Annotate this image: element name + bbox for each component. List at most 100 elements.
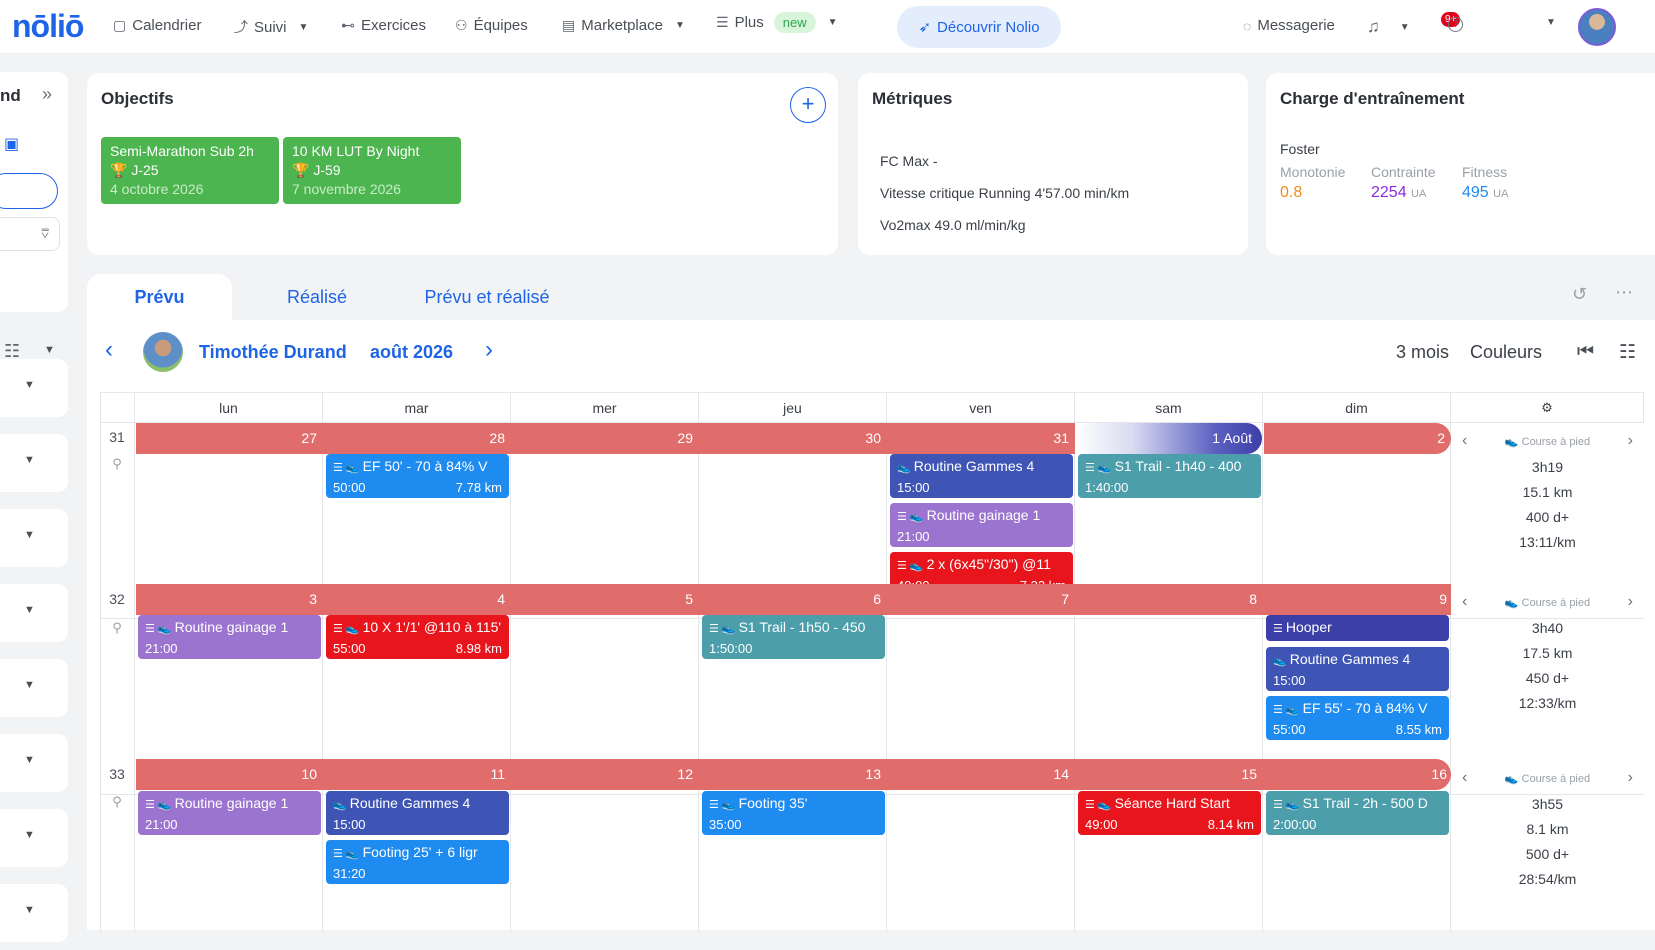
athlete-name[interactable]: Timothée Durand	[199, 342, 347, 363]
sidebar-filter-field[interactable]: ⩢	[0, 217, 60, 251]
day-column	[135, 422, 323, 932]
chevron-left-icon[interactable]: ‹	[1462, 593, 1467, 611]
event-card[interactable]: ☰ Hooper	[1266, 615, 1449, 641]
previous-month-button[interactable]: ‹	[105, 336, 113, 364]
event-card[interactable]: ☰ 👟 Footing 35' 35:00	[702, 791, 885, 835]
help-button[interactable]: ?	[1448, 17, 1463, 32]
team-icon: ⚇	[455, 17, 468, 33]
calendar-icon: ▢	[113, 17, 127, 33]
sidebar-group[interactable]: ▼	[0, 359, 68, 417]
chart-icon: ⤴	[234, 19, 248, 35]
event-card[interactable]: ☰ 👟 10 X 1'/1' @110 à 115' 55:00 8.98 km	[326, 615, 509, 659]
event-card[interactable]: 👟 Routine Gammes 4 15:00	[1266, 647, 1449, 691]
tab-prevu-et-realise[interactable]: Prévu et réalisé	[387, 274, 587, 320]
shoe-icon: 👟	[1273, 655, 1287, 667]
event-card[interactable]: ☰ 👟 Séance Hard Start 49:00 8.14 km	[1078, 791, 1261, 835]
user-menu-caret[interactable]: ▼	[1540, 17, 1556, 28]
next-month-button[interactable]: ›	[485, 336, 493, 364]
add-objective-button[interactable]: +	[790, 87, 826, 123]
chevron-down-icon: ▼	[24, 454, 35, 466]
expand-sidebar-icon[interactable]: »	[42, 84, 52, 105]
event-card[interactable]: ☰ 👟 EF 50' - 70 à 84% V 50:00 7.78 km	[326, 454, 509, 498]
event-card[interactable]: ☰ 👟 Routine gainage 1 21:00	[138, 615, 321, 659]
chevron-down-icon: ▼	[1546, 17, 1556, 28]
day-column	[511, 422, 699, 932]
nav-calendrier[interactable]: ▢ Calendrier	[113, 17, 201, 34]
event-card[interactable]: ☰ 👟 EF 55' - 70 à 84% V 55:00 8.55 km	[1266, 696, 1449, 740]
chevron-right-icon[interactable]: ›	[1628, 769, 1633, 787]
week-header-cell	[101, 392, 135, 422]
event-card[interactable]: ☰ 👟 S1 Trail - 2h - 500 D 2:00:00	[1266, 791, 1449, 835]
nav-messagerie[interactable]: ◌ Messagerie	[1243, 17, 1335, 34]
training-load-title: Charge d'entraînement	[1280, 89, 1465, 108]
nav-suivi[interactable]: ⤴ Suivi ▼	[234, 17, 308, 37]
tab-realise[interactable]: Réalisé	[247, 274, 387, 320]
week-summary: ‹ 👟 Course à pied › 3h40 17.5 km 450 d+ 12…	[1456, 593, 1639, 711]
sidebar-group[interactable]: ▼	[0, 659, 68, 717]
event-card[interactable]: ☰ 👟 Routine gainage 1 21:00	[138, 791, 321, 835]
range-selector[interactable]: 3 mois	[1396, 342, 1449, 363]
go-to-start-icon[interactable]: ⏮	[1577, 341, 1594, 363]
event-card[interactable]: ☰ 👟 Routine gainage 1 21:00	[890, 503, 1073, 547]
nav-exercices[interactable]: ⊷ Exercices	[341, 17, 426, 34]
day-header: jeu	[699, 392, 887, 422]
sidebar-title: nd	[0, 86, 21, 105]
shoe-icon: 👟	[909, 560, 924, 572]
event-card[interactable]: 👟 Routine Gammes 4 15:00	[890, 454, 1073, 498]
list-icon: ☰	[709, 623, 719, 635]
chevron-left-icon[interactable]: ‹	[1462, 432, 1467, 450]
zoom-icon[interactable]: ⚲	[101, 620, 133, 636]
sidebar-group[interactable]: ▼	[0, 884, 68, 942]
current-month[interactable]: août 2026	[370, 342, 453, 363]
summary-distance: 15.1 km	[1522, 484, 1573, 500]
day-number: 15	[1241, 766, 1257, 782]
nav-plus[interactable]: ☰ Plus new ▼	[716, 12, 838, 33]
undo-icon[interactable]: ↺	[1572, 284, 1587, 305]
user-avatar[interactable]	[1578, 8, 1616, 46]
nav-equipes[interactable]: ⚇ Équipes	[455, 17, 528, 34]
goal-date: 7 novembre 2026	[292, 181, 401, 197]
zoom-icon[interactable]: ⚲	[101, 794, 133, 810]
notifications-button[interactable]: ♫ ▼	[1367, 17, 1410, 37]
summary-settings-icon[interactable]: ⚙	[1451, 392, 1644, 422]
chevron-down-icon[interactable]: ▼	[44, 344, 55, 356]
list-icon: ☰	[333, 848, 343, 860]
summary-duration: 3h19	[1531, 459, 1564, 475]
event-card[interactable]: 👟 Routine Gammes 4 15:00	[326, 791, 509, 835]
chevron-right-icon[interactable]: ›	[1628, 593, 1633, 611]
zoom-icon[interactable]: ⚲	[101, 456, 133, 472]
chevron-down-icon: ▼	[1399, 21, 1410, 33]
tab-prevu[interactable]: Prévu	[87, 274, 232, 320]
top-nav: nōliō ▢ Calendrier ⤴ Suivi ▼ ⊷ Exercices…	[0, 0, 1655, 54]
more-icon[interactable]: ⋯	[1615, 282, 1633, 303]
sidebar-search-input[interactable]	[0, 173, 58, 209]
chevron-down-icon: ▼	[298, 21, 309, 33]
sliders-icon[interactable]: ☷	[1619, 341, 1636, 364]
sidebar-group[interactable]: ▼	[0, 584, 68, 642]
sidebar-group[interactable]: ▼	[0, 809, 68, 867]
shoe-icon: 👟	[1504, 772, 1519, 785]
rocket-icon: ➶	[918, 19, 932, 36]
sidebar-group[interactable]: ▼	[0, 434, 68, 492]
shoe-icon: 👟	[157, 799, 172, 811]
event-card[interactable]: ☰ 👟 Footing 25' + 6 ligr 31:20	[326, 840, 509, 884]
chevron-right-icon[interactable]: ›	[1628, 432, 1633, 450]
summary-elevation: 500 d+	[1525, 846, 1570, 862]
chevron-left-icon[interactable]: ‹	[1462, 769, 1467, 787]
list-icon: ☰	[1273, 799, 1283, 811]
goal-card[interactable]: Semi-Marathon Sub 2h 🏆 J-25 4 octobre 20…	[101, 137, 279, 204]
event-card[interactable]: ☰ 👟 S1 Trail - 1h50 - 450 1:50:00	[702, 615, 885, 659]
colors-button[interactable]: Couleurs	[1470, 342, 1542, 363]
goal-name: 10 KM LUT By Night	[292, 143, 420, 159]
sidebar-group[interactable]: ▼	[0, 509, 68, 567]
event-card[interactable]: ☰ 👟 S1 Trail - 1h40 - 400 1:40:00	[1078, 454, 1261, 498]
goal-card[interactable]: 10 KM LUT By Night 🏆 J-59 7 novembre 202…	[283, 137, 461, 204]
nav-marketplace[interactable]: ▤ Marketplace ▼	[562, 17, 685, 34]
summary-duration: 3h40	[1531, 620, 1564, 636]
day-column	[887, 422, 1075, 932]
sidebar-group[interactable]: ▼	[0, 734, 68, 792]
nolio-logo[interactable]: nōliō	[12, 8, 84, 45]
calendar-icon[interactable]: ▣	[4, 134, 19, 154]
list-icon: ☰	[709, 799, 719, 811]
discover-nolio-button[interactable]: ➶ Découvrir Nolio	[897, 6, 1061, 48]
